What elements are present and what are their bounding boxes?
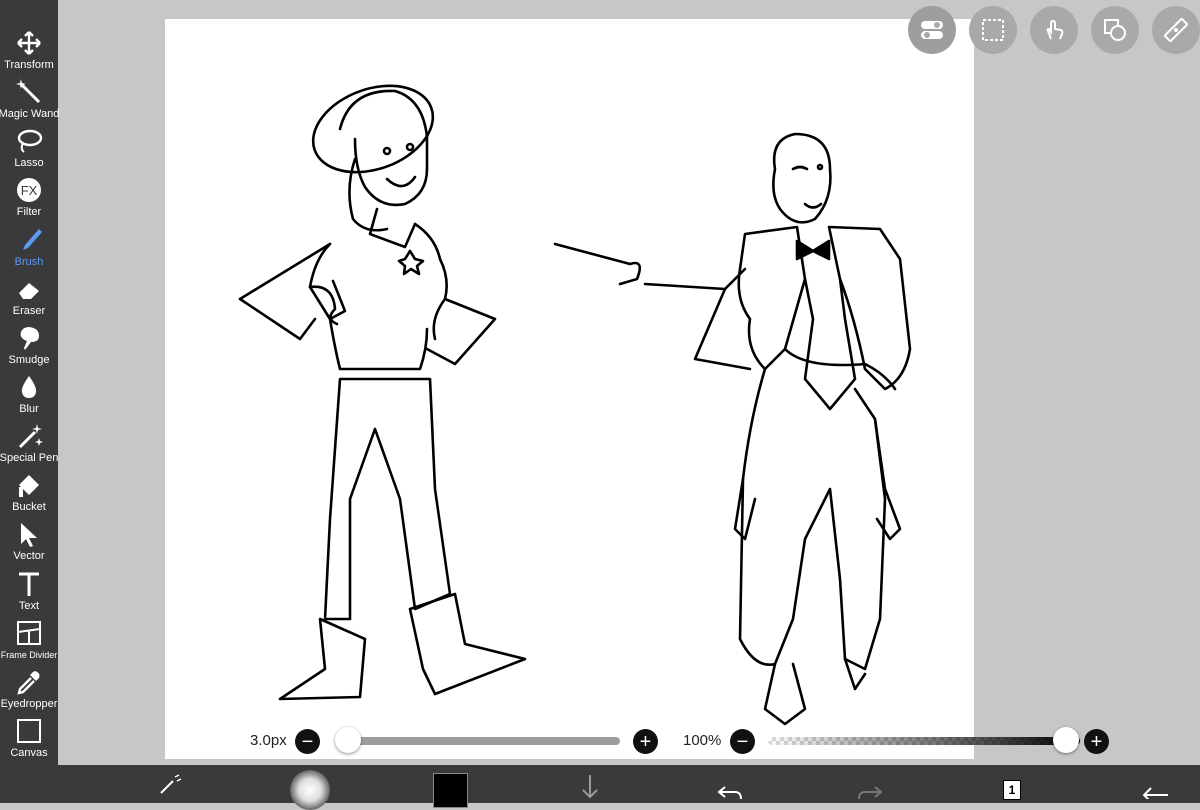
tool-label: Transform	[4, 59, 54, 71]
tool-lasso[interactable]: Lasso	[0, 126, 58, 175]
tool-label: Frame Divider	[0, 649, 58, 660]
layer-count: 1	[1003, 780, 1021, 800]
eraser-icon	[14, 274, 44, 304]
move-arrows-icon	[14, 28, 44, 58]
touch-button[interactable]	[1030, 6, 1078, 54]
tool-filter[interactable]: FX Filter	[0, 175, 58, 224]
arrow-down-icon	[582, 775, 598, 799]
color-swatch	[432, 772, 468, 808]
layer-toggle-button[interactable]	[908, 6, 956, 54]
lasso-icon	[14, 126, 44, 156]
ringmaster-figure	[553, 132, 912, 726]
pen-swap-icon	[160, 774, 182, 794]
eyedropper-icon	[14, 667, 44, 697]
tool-frame-divider[interactable]: Frame Divider	[0, 618, 58, 667]
tool-label: Canvas	[10, 746, 48, 759]
top-toolbar	[908, 6, 1200, 54]
svg-text:FX: FX	[21, 183, 38, 198]
tool-eyedropper[interactable]: Eyedropper	[0, 667, 58, 716]
tool-smudge[interactable]: Smudge	[0, 323, 58, 372]
shape-button[interactable]	[1091, 6, 1139, 54]
tool-label: Blur	[19, 402, 39, 415]
back-button[interactable]	[1138, 765, 1172, 803]
plus-icon: +	[1090, 730, 1103, 753]
plus-icon: +	[639, 730, 652, 753]
brush-preview-icon	[290, 770, 330, 810]
tool-label: Filter	[16, 206, 42, 219]
tool-label: Smudge	[8, 353, 50, 366]
cursor-arrow-icon	[14, 519, 44, 549]
tool-label: Vector	[13, 550, 45, 563]
redo-button[interactable]	[855, 765, 885, 803]
increase-size-button[interactable]: +	[633, 729, 658, 754]
opacity-knob[interactable]	[1053, 727, 1079, 753]
tool-blur[interactable]: Blur	[0, 372, 58, 421]
drawing-canvas[interactable]	[165, 19, 974, 759]
decrease-size-button[interactable]: −	[295, 729, 320, 754]
ruler-button[interactable]	[1152, 6, 1200, 54]
tool-label: Special Pen	[0, 452, 59, 465]
magic-wand-icon	[14, 77, 44, 107]
line-art-drawing	[238, 84, 912, 726]
bucket-icon	[14, 470, 44, 500]
brush-preview-button[interactable]	[288, 765, 332, 810]
brush-size-slider[interactable]	[336, 737, 620, 745]
tool-bucket[interactable]: Bucket	[0, 470, 58, 519]
brush-size-knob[interactable]	[335, 727, 361, 753]
tool-special-pen[interactable]: Special Pen	[0, 421, 58, 470]
brush-size-label: 3.0px	[250, 732, 287, 749]
tool-label: Bucket	[12, 501, 46, 514]
tool-text[interactable]: Text	[0, 569, 58, 618]
undo-button[interactable]	[715, 765, 745, 803]
redo-icon	[858, 786, 883, 799]
tool-sidebar: Transform Magic Wand Lasso FX Filter Brush Era…	[0, 0, 60, 765]
quick-tool-button[interactable]	[150, 765, 190, 803]
frame-divider-icon	[14, 618, 44, 648]
tool-brush[interactable]: Brush	[0, 225, 58, 274]
color-button[interactable]	[430, 765, 470, 808]
tool-label: Brush	[14, 255, 44, 268]
brush-icon	[14, 225, 44, 255]
decrease-opacity-button[interactable]: −	[730, 729, 755, 754]
tool-label: Eyedropper	[0, 697, 58, 710]
canvas-icon	[14, 716, 44, 746]
selection-rect-icon	[982, 19, 1004, 41]
touch-gesture-icon	[1046, 19, 1064, 40]
fx-icon: FX	[14, 175, 44, 205]
tool-transform[interactable]: Transform	[0, 28, 58, 77]
layers-button[interactable]: 1	[995, 765, 1029, 803]
download-button[interactable]	[575, 765, 605, 803]
tool-label: Eraser	[12, 304, 46, 317]
tool-canvas[interactable]: Canvas	[0, 716, 58, 765]
opacity-slider[interactable]	[768, 737, 1080, 745]
undo-icon	[717, 786, 742, 799]
text-t-icon	[14, 569, 44, 599]
bottom-toolbar: 1	[0, 765, 1200, 810]
droplet-icon	[14, 372, 44, 402]
minus-icon: −	[736, 730, 749, 753]
increase-opacity-button[interactable]: +	[1084, 729, 1109, 754]
minus-icon: −	[301, 730, 314, 753]
toggle-switch-icon	[921, 21, 943, 39]
tool-magic-wand[interactable]: Magic Wand	[0, 77, 60, 126]
selection-button[interactable]	[969, 6, 1017, 54]
ruler-icon	[1164, 18, 1188, 42]
tool-label: Lasso	[14, 157, 44, 170]
shape-icon	[1104, 19, 1126, 41]
opacity-label: 100%	[683, 732, 722, 749]
tool-vector[interactable]: Vector	[0, 519, 58, 568]
arrow-left-icon	[1142, 787, 1168, 799]
sparkle-pen-icon	[14, 421, 44, 451]
smudge-icon	[14, 323, 44, 353]
tool-eraser[interactable]: Eraser	[0, 274, 58, 323]
canvas-area[interactable]	[58, 0, 1200, 765]
tool-label: Text	[18, 599, 40, 612]
tool-label: Magic Wand	[0, 108, 60, 121]
cowgirl-figure	[238, 84, 527, 701]
